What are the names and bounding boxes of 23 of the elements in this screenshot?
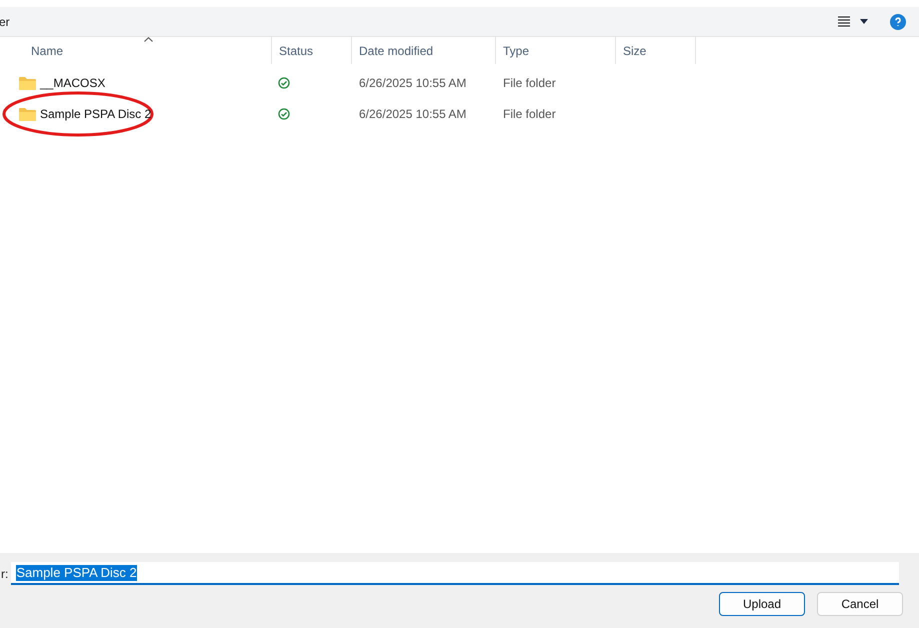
- column-header[interactable]: Size: [616, 37, 696, 64]
- file-name-field[interactable]: Sample PSPA Disc 2: [11, 562, 900, 585]
- view-options-button[interactable]: [838, 16, 868, 27]
- dialog-button[interactable]: Upload: [719, 592, 805, 616]
- folder-icon: [19, 76, 36, 90]
- help-icon[interactable]: [890, 14, 906, 30]
- file-type: File folder: [502, 106, 557, 122]
- dialog-button[interactable]: Cancel: [817, 592, 903, 616]
- file-name: __MACOSX: [40, 74, 106, 92]
- date-modified: 6/26/2025 10:55 AM: [358, 106, 468, 122]
- sync-status-icon: [278, 108, 290, 120]
- column-header[interactable]: Name: [0, 37, 272, 64]
- column-header[interactable]: Date modified: [352, 37, 496, 64]
- column-header[interactable]: Type: [496, 37, 616, 64]
- caret-icon: [860, 19, 868, 24]
- column-header[interactable]: Status: [272, 37, 352, 64]
- file-type: File folder: [502, 74, 557, 92]
- sync-status-icon: [278, 76, 290, 88]
- folder-icon: [19, 106, 36, 120]
- menu-icon: [838, 16, 850, 27]
- date-modified: 6/26/2025 10:55 AM: [358, 74, 468, 92]
- file-name: Sample PSPA Disc 2: [40, 106, 152, 122]
- field-label: r:: [0, 566, 8, 582]
